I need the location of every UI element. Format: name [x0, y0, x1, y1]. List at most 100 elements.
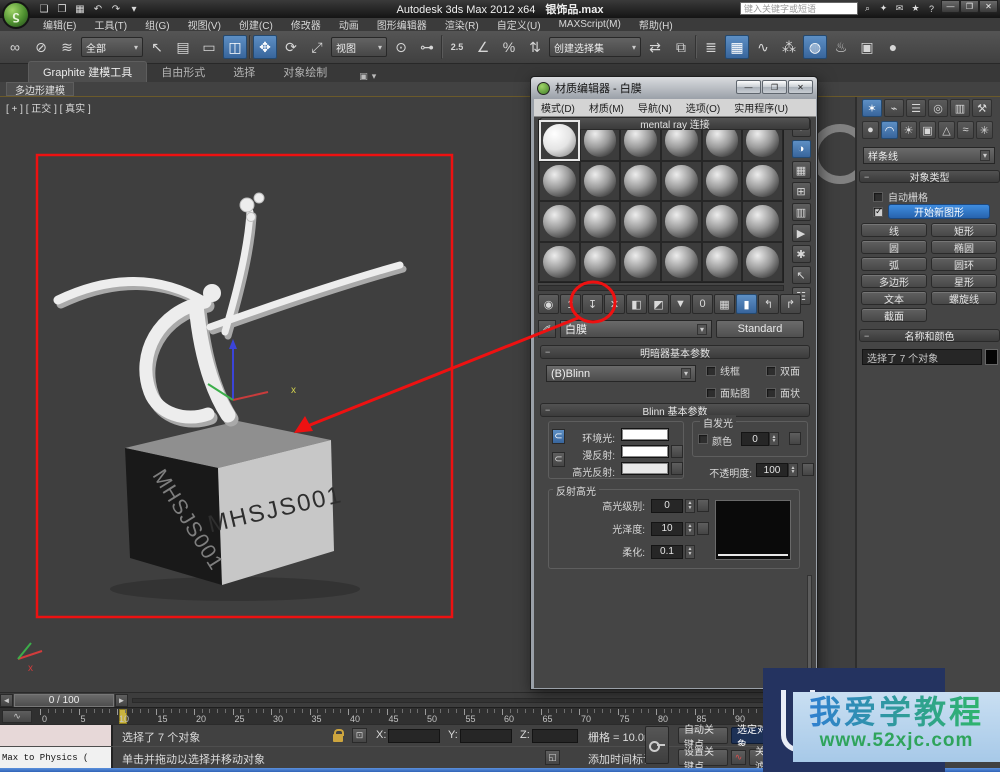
text-button[interactable]: 文本 — [861, 291, 927, 305]
highlight-value-field[interactable]: 0.1 — [651, 545, 683, 559]
menu-customize[interactable]: 自定义(U) — [488, 17, 550, 32]
helix-button[interactable]: 螺旋线 — [931, 291, 997, 305]
start-new-shape-button[interactable]: 开始新图形 — [888, 204, 990, 219]
highlight-map-button[interactable] — [697, 522, 709, 535]
ngon-button[interactable]: 多边形 — [861, 274, 927, 288]
start-new-shape-checkbox[interactable] — [873, 207, 883, 217]
menu-graph-editors[interactable]: 图形编辑器 — [368, 17, 436, 32]
select-by-name-icon[interactable]: ▤ ▾ — [171, 35, 195, 59]
sample-slot[interactable] — [620, 242, 661, 283]
select-and-move-icon[interactable]: ✥ ▾ — [253, 35, 277, 59]
material-name-dropdown[interactable]: 白膜 ▾ — [560, 320, 712, 338]
opacity-spinner[interactable] — [788, 463, 798, 477]
shader-basic-parameters-rollout[interactable]: − 明暗器基本参数 — [540, 345, 810, 359]
auto-key-button[interactable]: 自动关键点 — [678, 727, 728, 744]
close-button[interactable]: ✕ — [979, 0, 998, 13]
rectangle-button[interactable]: 矩形 — [931, 223, 997, 237]
render-production-icon[interactable]: ● ▾ — [881, 35, 905, 59]
blinn-basic-parameters-rollout[interactable]: − Blinn 基本参数 — [540, 403, 810, 417]
video-color-check-icon[interactable]: ▥ — [792, 203, 811, 221]
named-selection-sets-dropdown[interactable]: 创建选择集 ▾ — [549, 37, 641, 57]
tab-freeform[interactable]: 自由形式 — [147, 62, 219, 82]
sample-slot-scrollbar[interactable] — [538, 285, 784, 291]
tab-object-paint[interactable]: 对象绘制 — [269, 62, 341, 82]
shape-category-dropdown[interactable]: 样条线 ▾ — [863, 147, 995, 164]
minimize-button[interactable]: — — [941, 0, 960, 13]
backlight-icon[interactable]: ◑ — [792, 140, 811, 158]
menu-create[interactable]: 创建(C) — [230, 17, 282, 32]
sample-slot[interactable] — [539, 242, 580, 283]
helpers-category-icon[interactable]: △ — [938, 121, 955, 139]
sample-slot[interactable] — [580, 242, 621, 283]
highlight-map-button[interactable] — [697, 499, 709, 512]
sample-slot[interactable] — [580, 201, 621, 242]
section-button[interactable]: 截面 — [861, 308, 927, 322]
sample-slot[interactable] — [539, 120, 580, 161]
sample-slot[interactable] — [742, 201, 783, 242]
assign-material-to-selection-icon[interactable]: ↧ — [582, 294, 603, 314]
mat-menu-material[interactable]: 材质(M) — [582, 100, 631, 115]
self-illumination-spinner[interactable] — [769, 432, 779, 446]
spinner-snap-toggle-icon[interactable]: ⇅ ▾ — [523, 35, 547, 59]
make-material-copy-icon[interactable]: ◧ — [626, 294, 647, 314]
self-illumination-value[interactable]: 0 — [741, 432, 769, 446]
sample-slot[interactable] — [702, 161, 743, 202]
graphite-modeling-tools-toggle-icon[interactable]: ▦ ▾ — [725, 35, 749, 59]
z-coordinate-field[interactable] — [532, 729, 578, 743]
show-end-result-icon[interactable]: ▮ — [736, 294, 757, 314]
set-keys-button[interactable] — [645, 726, 669, 764]
geometry-category-icon[interactable]: ● — [862, 121, 879, 139]
menu-views[interactable]: 视图(V) — [179, 17, 230, 32]
donut-button[interactable]: 圆环 — [931, 257, 997, 271]
restore-button[interactable]: ❐ — [960, 0, 979, 13]
sample-slot[interactable] — [702, 201, 743, 242]
ribbon-minimize-arrow-icon[interactable]: ▾ — [372, 71, 377, 82]
space-warps-category-icon[interactable]: ≈ — [957, 121, 974, 139]
highlight-value-field[interactable]: 10 — [651, 522, 683, 536]
rollout-scrollbar[interactable] — [807, 575, 812, 683]
key-filters-curve-icon[interactable]: ∿ — [731, 750, 746, 765]
set-key-mode-button[interactable]: 设置关键点 — [678, 749, 728, 766]
mat-restore-button[interactable]: ❐ — [762, 80, 787, 94]
mat-menu-navigation[interactable]: 导航(N) — [631, 100, 679, 115]
sample-slot[interactable] — [661, 161, 702, 202]
previous-frame-icon[interactable]: ◄ — [0, 694, 13, 707]
infocenter-search-input[interactable] — [740, 2, 858, 15]
menu-edit[interactable]: 编辑(E) — [34, 17, 85, 32]
mat-menu-options[interactable]: 选项(O) — [679, 100, 727, 115]
autogrid-row[interactable]: 自动栅格 — [873, 189, 928, 204]
quick-access-more-icon[interactable]: ▾ — [126, 2, 142, 16]
motion-tab-icon[interactable]: ◎ — [928, 99, 948, 117]
window-crossing-toggle-icon[interactable]: ◫ ▾ — [223, 35, 247, 59]
specular-color-swatch[interactable] — [621, 462, 669, 475]
menu-help[interactable]: 帮助(H) — [630, 17, 682, 32]
opacity-value[interactable]: 100 — [756, 463, 788, 477]
utilities-tab-icon[interactable]: ⚒ — [972, 99, 992, 117]
sample-slot[interactable] — [620, 161, 661, 202]
x-coordinate-field[interactable] — [388, 729, 440, 743]
new-scene-icon[interactable]: ❑ — [36, 2, 52, 16]
face-map-checkbox[interactable]: 面贴图 — [706, 385, 766, 400]
mat-menu-utilities[interactable]: 实用程序(U) — [727, 100, 795, 115]
pick-material-from-object-icon[interactable]: ✐ — [538, 320, 556, 338]
angle-snap-toggle-icon[interactable]: ∠ ▾ — [471, 35, 495, 59]
object-type-rollout[interactable]: − 对象类型 — [859, 170, 1000, 183]
select-and-scale-icon[interactable]: ⤢ ▾ — [305, 35, 329, 59]
object-name-field[interactable]: 选择了 7 个对象 — [862, 349, 982, 365]
put-to-library-icon[interactable]: ▼ — [670, 294, 691, 314]
save-file-icon[interactable]: ▦ — [72, 2, 88, 16]
self-illumination-checkbox[interactable] — [698, 434, 708, 444]
snaps-toggle-icon[interactable]: 2.5 ▾ — [445, 35, 469, 59]
wire-checkbox[interactable]: 线框 — [706, 363, 766, 378]
object-color-swatch[interactable] — [985, 349, 998, 365]
modify-tab-icon[interactable]: ⌁ — [884, 99, 904, 117]
diffuse-map-button[interactable] — [671, 445, 683, 458]
make-unique-icon[interactable]: ◩ — [648, 294, 669, 314]
selection-lock-icon[interactable] — [333, 734, 343, 742]
curve-editor-icon[interactable]: ∿ ▾ — [751, 35, 775, 59]
cameras-category-icon[interactable]: ▣ — [919, 121, 936, 139]
menu-modifiers[interactable]: 修改器 — [282, 17, 330, 32]
ambient-diffuse-lock-icon[interactable]: ⊂ — [552, 429, 565, 444]
sample-slot[interactable] — [580, 161, 621, 202]
rendered-frame-window-icon[interactable]: ▣ ▾ — [855, 35, 879, 59]
